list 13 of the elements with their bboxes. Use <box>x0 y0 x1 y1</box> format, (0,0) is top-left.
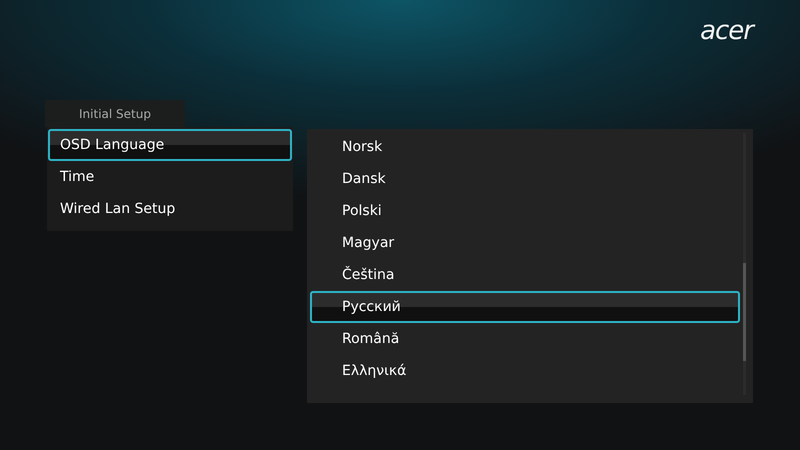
language-option[interactable]: Română <box>310 323 740 355</box>
language-option[interactable]: Norsk <box>310 131 740 163</box>
language-option[interactable]: Dansk <box>310 163 740 195</box>
language-option[interactable]: Ελληνικά <box>310 355 740 387</box>
menu-item[interactable]: Wired Lan Setup <box>48 193 292 225</box>
brand-logo: acer <box>700 18 753 44</box>
scrollbar[interactable] <box>743 133 746 395</box>
language-option[interactable]: Русский <box>310 291 740 323</box>
menu-item[interactable]: Time <box>48 161 292 193</box>
language-option[interactable]: Čeština <box>310 259 740 291</box>
language-option[interactable]: Magyar <box>310 227 740 259</box>
language-option[interactable]: Polski <box>310 195 740 227</box>
menu-item[interactable]: OSD Language <box>48 129 292 161</box>
